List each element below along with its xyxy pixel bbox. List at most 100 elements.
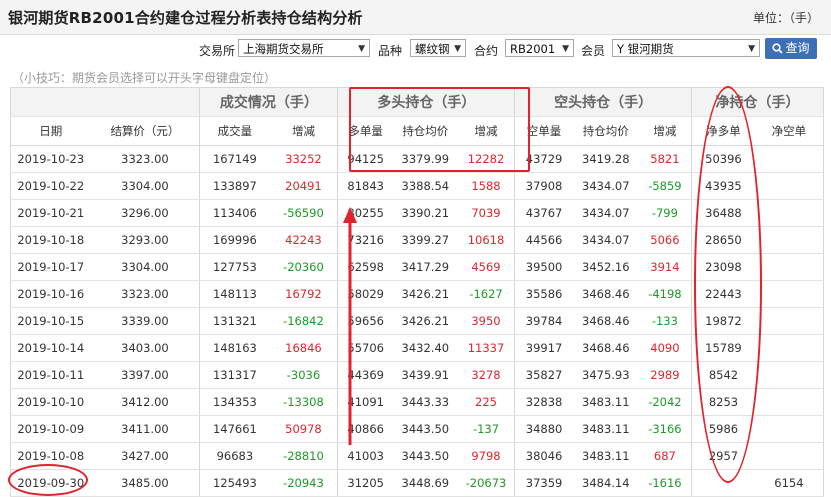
table-cell: 147661 [199,415,270,443]
table-cell: 28650 [691,226,755,254]
table-cell: 19872 [691,307,755,335]
table-cell: 34880 [514,415,573,443]
table-cell: -2042 [638,388,693,416]
table-cell: 7039 [457,199,516,227]
column-header: 增减 [269,116,339,146]
table-cell: 169996 [199,226,270,254]
table-cell: 148113 [199,280,270,308]
table-cell: -16842 [269,307,339,335]
chevron-down-icon: ▼ [358,44,365,54]
table-cell: 39917 [514,334,573,362]
table-cell: 5066 [638,226,693,254]
table-cell: 3304.00 [90,172,201,200]
table-cell [691,469,755,497]
table-cell: 22443 [691,280,755,308]
table-cell: 11337 [457,334,516,362]
column-header: 增减 [638,116,693,146]
table-row: 2019-10-10 3412.00 134353 -13308 41091 3443.3… [10,388,824,416]
table-cell: -13308 [269,388,339,416]
table-cell: -56590 [269,199,339,227]
table-cell: 3475.93 [572,361,639,389]
table-row: 2019-10-14 3403.00 148163 16846 55706 3432.40… [10,334,824,362]
table-cell: 3411.00 [90,415,201,443]
contract-select[interactable]: RB2001 ▼ [505,39,574,57]
table-cell: 3278 [457,361,516,389]
table-cell: 50396 [691,145,755,173]
table-cell: 3452.16 [572,253,639,281]
table-cell: -133 [638,307,693,335]
table-cell: 3434.07 [572,226,639,254]
exchange-select-value: 上海期货交易所 [243,42,324,56]
table-cell [754,172,824,200]
table-cell: 125493 [199,469,270,497]
variety-select[interactable]: 螺纹钢 ▼ [410,39,466,57]
chevron-down-icon: ▼ [562,44,569,54]
column-header: 净多单 [691,116,755,146]
table-cell: 35586 [514,280,573,308]
table-cell: 167149 [199,145,270,173]
contract-label: 合约 [474,44,499,58]
table-cell [754,280,824,308]
table-cell: 3434.07 [572,172,639,200]
table-cell: 4569 [457,253,516,281]
table-cell: 3388.54 [392,172,458,200]
table-cell: 3432.40 [392,334,458,362]
table-cell: 39784 [514,307,573,335]
table-cell: 32838 [514,388,573,416]
table-cell: 3403.00 [90,334,201,362]
table-cell: 3339.00 [90,307,201,335]
exchange-select[interactable]: 上海期货交易所 ▼ [238,39,370,57]
table-cell: 2019-10-09 [10,415,91,443]
table-cell: 33252 [269,145,339,173]
chevron-down-icon: ▼ [748,44,755,54]
table-cell: 3484.14 [572,469,639,497]
column-header: 持仓均价 [392,116,458,146]
table-cell: 50978 [269,415,339,443]
chevron-down-icon: ▼ [454,44,461,54]
table-cell: 35827 [514,361,573,389]
table-cell: 3468.46 [572,280,639,308]
member-select[interactable]: Y 银河期货 ▼ [612,39,760,57]
group-header-short: 空头持仓（手） [514,87,693,117]
table-cell: -799 [638,199,693,227]
table-cell: 3427.00 [90,442,201,470]
table-cell: 15789 [691,334,755,362]
table-row: 2019-10-09 3411.00 147661 50978 40866 3443.50… [10,415,824,443]
table-cell: 9798 [457,442,516,470]
table-cell: 2019-10-22 [10,172,91,200]
table-cell: 6154 [754,469,824,497]
table-cell: 133897 [199,172,270,200]
column-header: 持仓均价 [572,116,639,146]
group-header-blank [10,87,201,117]
table-cell: 3296.00 [90,199,201,227]
table-cell: 2989 [638,361,693,389]
table-cell: 3950 [457,307,516,335]
table-cell: 3468.46 [572,307,639,335]
table-cell: 148163 [199,334,270,362]
table-cell: 42243 [269,226,339,254]
variety-label: 品种 [378,44,403,58]
page-header: 银河期货RB2001合约建仓过程分析表持仓结构分析 单位：（手） [0,0,831,35]
table-cell [754,307,824,335]
tip-text: （小技巧：期货会员选择可以开头字母键盘定位） [12,71,277,85]
table-cell: 37908 [514,172,573,200]
table-cell: 43767 [514,199,573,227]
table-cell: 94125 [337,145,393,173]
upward-arrow-icon [343,207,357,445]
table-cell: 39500 [514,253,573,281]
table-cell: 96683 [199,442,270,470]
table-cell: 3419.28 [572,145,639,173]
table-cell: -20943 [269,469,339,497]
column-header: 结算价（元） [90,116,201,146]
table-row: 2019-10-16 3323.00 148113 16792 58029 3426.21… [10,280,824,308]
table-cell: 16846 [269,334,339,362]
table-cell: -20360 [269,253,339,281]
table-cell: 3323.00 [90,145,201,173]
table-cell: -137 [457,415,516,443]
table-cell: 3412.00 [90,388,201,416]
search-button[interactable]: 查询 [765,38,817,59]
table-cell: 3914 [638,253,693,281]
contract-select-value: RB2001 [510,42,556,56]
table-cell: -1616 [638,469,693,497]
table-cell: 37359 [514,469,573,497]
